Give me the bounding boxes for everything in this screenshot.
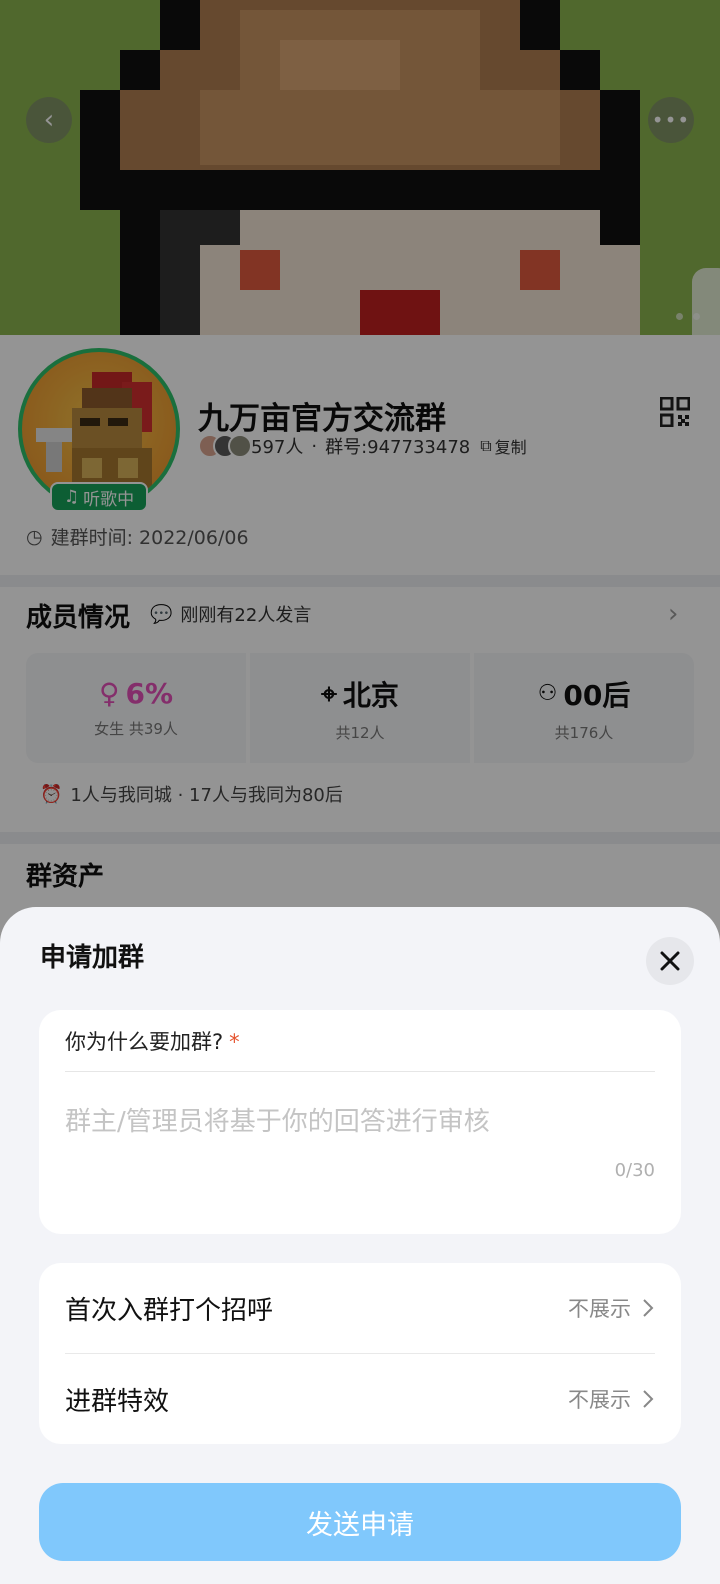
chevron-right-icon xyxy=(643,1390,654,1408)
divider xyxy=(65,1071,655,1072)
question-card: 你为什么要加群?* 0/30 xyxy=(39,1010,681,1234)
required-mark: * xyxy=(229,1030,240,1054)
char-counter: 0/30 xyxy=(614,1160,655,1181)
reason-input[interactable] xyxy=(65,1092,655,1152)
sheet-title: 申请加群 xyxy=(40,943,145,973)
join-request-sheet: 申请加群 你为什么要加群?* 0/30 首次入群打个招呼 不展示 进群特效 不展… xyxy=(0,907,720,1584)
send-request-button[interactable]: 发送申请 xyxy=(39,1483,681,1561)
close-icon xyxy=(660,951,680,971)
options-card: 首次入群打个招呼 不展示 进群特效 不展示 xyxy=(39,1263,681,1444)
close-button[interactable] xyxy=(646,937,694,985)
option-entry-effect[interactable]: 进群特效 不展示 xyxy=(39,1354,681,1444)
question-label: 你为什么要加群? * xyxy=(65,1030,240,1054)
chevron-right-icon xyxy=(643,1299,654,1317)
option-greeting[interactable]: 首次入群打个招呼 不展示 xyxy=(39,1263,681,1353)
